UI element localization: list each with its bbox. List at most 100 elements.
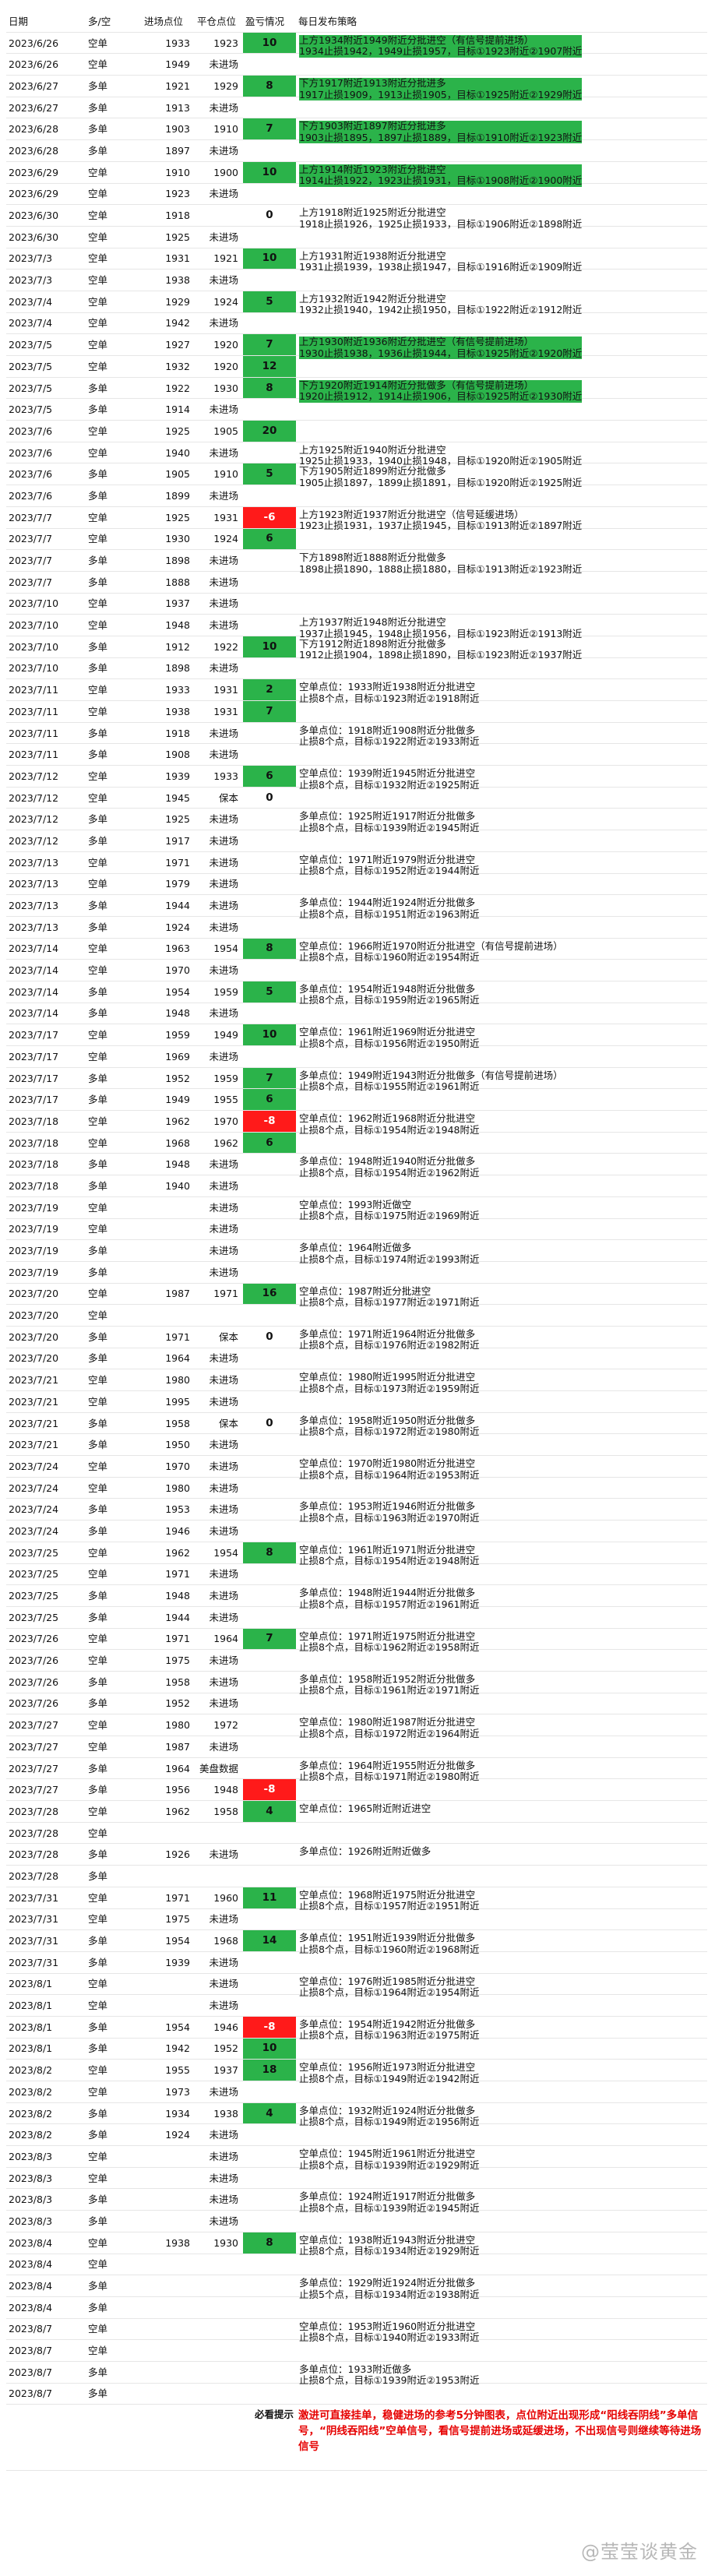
direction-cell: 空单 (86, 1542, 142, 1564)
entry-cell: 1949 (142, 1088, 195, 1112)
pnl-cell (243, 1433, 296, 1457)
close-cell: 未进场 (195, 1908, 243, 1931)
strategy-note: 空单点位：1953附近1960附近分批进空 止损8个点，目标①1940附近②19… (299, 2320, 480, 2344)
table-row: 2023/7/17 多单 1952 1959 7 多单点位：1949附近1943附近分批做… (6, 1067, 707, 1092)
pnl-cell (243, 549, 296, 572)
strategy-note: 上方1930附近1936附近分批进空（有信号提前进场） 1930止损1938，1… (299, 336, 583, 360)
pnl-cell: 10 (243, 1024, 296, 1046)
header-date: 日期 (6, 11, 86, 33)
entry-cell (142, 2275, 195, 2297)
entry-cell: 1973 (142, 2081, 195, 2103)
strategy-note: 空单点位：1980附近1995附近分批进空 止损8个点，目标①1973附近②19… (299, 1371, 480, 1394)
close-cell: 未进场 (195, 485, 243, 507)
entry-cell: 1971 (142, 1563, 195, 1586)
pnl-cell: 5 (243, 291, 296, 313)
date-cell: 2023/7/11 (6, 722, 86, 745)
entry-cell (142, 1865, 195, 1887)
close-cell: 1930 (195, 2232, 243, 2254)
pnl-cell: 2 (243, 678, 296, 701)
table-row: 2023/7/27 空单 1980 1972 空单点位：1980附近1987附近分批进空… (6, 1714, 707, 1739)
entry-cell: 1938 (142, 700, 195, 723)
direction-cell: 多单 (86, 485, 142, 507)
strategy-cell: 多单点位：1964附近做多 止损8个点，目标①1974附近②1993附近 (296, 1239, 707, 1265)
direction-cell: 多单 (86, 1239, 142, 1262)
date-cell: 2023/6/27 (6, 97, 86, 119)
direction-cell: 空单 (86, 2339, 142, 2362)
date-cell: 2023/7/12 (6, 765, 86, 788)
pnl-cell (243, 657, 296, 680)
direction-cell: 空单 (86, 1369, 142, 1391)
date-cell: 2023/6/29 (6, 161, 86, 184)
date-cell: 2023/7/19 (6, 1196, 86, 1219)
table-row: 2023/7/5 多单 1922 1930 8 下方1920附近1914附近分批做多（有信… (6, 377, 707, 403)
close-cell: 1952 (195, 2038, 243, 2060)
entry-cell: 1903 (142, 118, 195, 141)
close-cell: 1931 (195, 700, 243, 723)
header-row: 日期 多/空 进场点位 平仓点位 盈亏情况 每日发布策略 (6, 11, 707, 33)
strategy-note: 多单点位：1918附近1908附近分批做多 止损8个点，目标①1922附近②19… (299, 724, 480, 748)
strategy-cell: 上方1925附近1940附近分批进空 1925止损1933，1940止损1948… (296, 442, 707, 467)
close-cell: 未进场 (195, 1606, 243, 1629)
date-cell: 2023/7/26 (6, 1649, 86, 1672)
date-cell: 2023/7/26 (6, 1693, 86, 1715)
entry-cell: 1962 (142, 1800, 195, 1823)
strategy-cell: 下方1898附近1888附近分批做多 1898止损1890，1888止损1880… (296, 549, 707, 574)
table-row: 2023/7/12 空单 1939 1933 6 空单点位：1939附近1945附近分批进… (6, 765, 707, 790)
close-cell: 未进场 (195, 1951, 243, 1974)
pnl-cell (243, 1003, 296, 1025)
entry-cell: 1912 (142, 636, 195, 658)
direction-cell: 空单 (86, 1304, 142, 1327)
table-row: 2023/7/31 多单 1954 1968 14 多单点位：1951附近1939附近分批… (6, 1929, 707, 1954)
entry-cell: 1995 (142, 1390, 195, 1413)
direction-cell: 空单 (86, 1218, 142, 1241)
strategy-note: 多单点位：1933附近做多 止损8个点，目标①1939附近②1953附近 (299, 2363, 480, 2387)
strategy-cell: 多单点位：1948附近1940附近分批做多 止损8个点，目标①1954附近②19… (296, 1153, 707, 1179)
direction-cell: 多单 (86, 2210, 142, 2232)
entry-cell: 1969 (142, 1045, 195, 1068)
pnl-cell: 5 (243, 981, 296, 1003)
header-close: 平仓点位 (195, 11, 243, 33)
close-cell: 1962 (195, 1132, 243, 1154)
close-cell: 1970 (195, 1110, 243, 1133)
pnl-cell: 5 (243, 463, 296, 486)
strategy-cell: 空单点位：1971附近1979附近分批进空 止损8个点，目标①1952附近②19… (296, 851, 707, 876)
pnl-cell (243, 1994, 296, 2017)
entry-cell (142, 1218, 195, 1241)
strategy-note: 多单点位：1925附近1917附近分批做多 止损8个点，目标①1939附近②19… (299, 810, 480, 833)
entry-cell: 1913 (142, 97, 195, 119)
table-row: 2023/7/25 多单 1948 未进场 多单点位：1948附近1944附近分批做多 … (6, 1584, 707, 1609)
direction-cell: 多单 (86, 1433, 142, 1457)
date-cell: 2023/6/26 (6, 53, 86, 76)
close-cell: 1922 (195, 636, 243, 658)
strategy-cell: 空单点位：1961附近1971附近分批进空 止损8个点，目标①1954附近②19… (296, 1542, 707, 1566)
direction-cell: 多单 (86, 1584, 142, 1607)
strategy-note: 空单点位：1968附近1975附近分批进空 止损8个点，目标①1957附近②19… (299, 1888, 480, 1912)
date-cell: 2023/7/11 (6, 743, 86, 766)
pnl-cell (243, 2296, 296, 2319)
direction-cell: 空单 (86, 269, 142, 291)
close-cell: 未进场 (195, 1736, 243, 1758)
entry-cell: 1929 (142, 291, 195, 313)
strategy-note: 空单点位：1961附近1969附近分批进空 止损8个点，目标①1956附近②19… (299, 1026, 480, 1049)
date-cell: 2023/7/28 (6, 1800, 86, 1823)
strategy-cell: 上方1914附近1923附近分批进空 1914止损1922，1923止损1931… (296, 161, 707, 187)
close-cell: 1900 (195, 161, 243, 184)
table-row: 2023/7/3 空单 1931 1921 10 上方1931附近1938附近分批进空 1… (6, 248, 707, 273)
pnl-cell (243, 571, 296, 594)
close-cell: 1959 (195, 981, 243, 1003)
direction-cell: 空单 (86, 1800, 142, 1823)
direction-cell: 多单 (86, 830, 142, 852)
date-cell: 2023/7/21 (6, 1369, 86, 1391)
close-cell: 未进场 (195, 312, 243, 335)
direction-cell: 空单 (86, 1024, 142, 1046)
close-cell: 1938 (195, 2102, 243, 2125)
date-cell: 2023/7/5 (6, 355, 86, 378)
date-cell: 2023/7/4 (6, 291, 86, 313)
direction-cell: 空单 (86, 765, 142, 788)
close-cell: 保本 (195, 1326, 243, 1348)
strategy-note: 空单点位：1993附近做空 止损8个点，目标①1975附近②1969附近 (299, 1198, 480, 1222)
date-cell: 2023/7/7 (6, 506, 86, 529)
strategy-note: 多单点位：1964附近做多 止损8个点，目标①1974附近②1993附近 (299, 1242, 480, 1265)
entry-cell (142, 2339, 195, 2362)
strategy-cell: 空单点位：1953附近1960附近分批进空 止损8个点，目标①1940附近②19… (296, 2318, 707, 2343)
